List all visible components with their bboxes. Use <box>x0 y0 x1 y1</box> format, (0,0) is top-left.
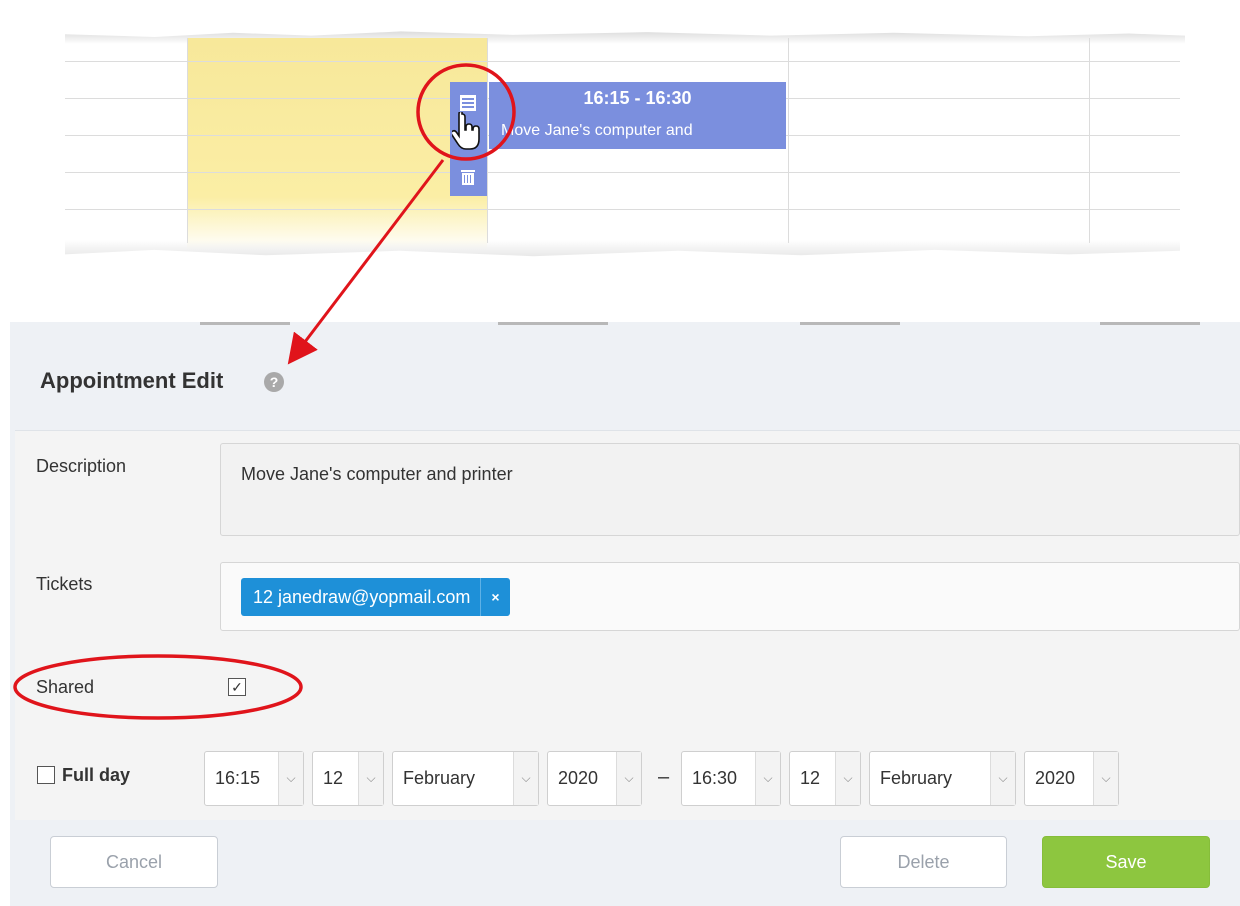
end-year-select[interactable]: 2020 ⌵ <box>1024 751 1119 806</box>
save-button[interactable]: Save <box>1042 836 1210 888</box>
delete-button[interactable]: Delete <box>840 836 1007 888</box>
end-time-select[interactable]: 16:30 ⌵ <box>681 751 781 806</box>
chevron-down-icon: ⌵ <box>358 752 383 805</box>
start-month-select[interactable]: February ⌵ <box>392 751 539 806</box>
start-year-value: 2020 <box>558 768 599 788</box>
description-field[interactable]: Move Jane's computer and printer <box>220 443 1240 536</box>
calendar-column-divider <box>487 38 488 243</box>
appointment-description: Move Jane's computer and <box>501 122 693 139</box>
chevron-down-icon: ⌵ <box>835 752 860 805</box>
tickets-label: Tickets <box>36 574 93 594</box>
dialog-title: Appointment Edit <box>40 368 224 393</box>
calendar-slot-line <box>65 209 1180 210</box>
chevron-down-icon: ⌵ <box>616 752 641 805</box>
divider <box>1100 322 1200 325</box>
end-day-select[interactable]: 12 ⌵ <box>789 751 861 806</box>
end-year-value: 2020 <box>1035 768 1076 788</box>
hand-pointer-icon <box>450 110 482 157</box>
end-time-value: 16:30 <box>692 768 738 788</box>
calendar-column-divider <box>1089 38 1090 243</box>
full-day-label: Full day <box>62 765 131 785</box>
shared-label: Shared <box>36 677 95 697</box>
chevron-down-icon: ⌵ <box>1093 752 1118 805</box>
chevron-down-icon: ⌵ <box>513 752 538 805</box>
divider <box>800 322 900 325</box>
end-month-select[interactable]: February ⌵ <box>869 751 1016 806</box>
full-day-checkbox[interactable] <box>37 766 55 784</box>
calendar-view: 16:15 - 16:30 Move Jane's computer and <box>0 0 1240 300</box>
ticket-tag: 12 janedraw@yopmail.com × <box>241 578 510 616</box>
end-month-value: February <box>880 768 953 788</box>
start-time-select[interactable]: 16:15 ⌵ <box>204 751 304 806</box>
chevron-down-icon: ⌵ <box>990 752 1015 805</box>
ticket-tag-label: 12 janedraw@yopmail.com <box>253 586 471 607</box>
start-day-select[interactable]: 12 ⌵ <box>312 751 384 806</box>
date-range-separator: – <box>658 766 670 788</box>
trash-icon[interactable] <box>459 168 477 189</box>
description-label: Description <box>36 456 127 476</box>
calendar-slot-line <box>65 172 1180 173</box>
divider <box>200 322 290 325</box>
appointment-block[interactable]: 16:15 - 16:30 Move Jane's computer and <box>489 82 786 149</box>
appointment-time: 16:15 - 16:30 <box>583 88 692 108</box>
start-day-value: 12 <box>323 768 344 788</box>
ticket-tag-remove-button[interactable]: × <box>480 578 509 616</box>
chevron-down-icon: ⌵ <box>278 752 303 805</box>
calendar-slot-line <box>65 61 1180 62</box>
dialog-top-edge <box>0 322 1240 328</box>
shared-checkbox[interactable]: ✓ <box>228 678 246 696</box>
chevron-down-icon: ⌵ <box>755 752 780 805</box>
calendar-column-divider <box>788 38 789 243</box>
divider <box>498 322 608 325</box>
end-day-value: 12 <box>800 768 821 788</box>
start-month-value: February <box>403 768 476 788</box>
tickets-field[interactable]: 12 janedraw@yopmail.com × <box>220 562 1240 631</box>
cancel-button[interactable]: Cancel <box>50 836 218 888</box>
calendar-column-divider <box>187 38 188 243</box>
start-time-value: 16:15 <box>215 768 261 788</box>
help-icon[interactable]: ? <box>264 372 284 392</box>
start-year-select[interactable]: 2020 ⌵ <box>547 751 642 806</box>
calendar-today-column <box>187 38 487 250</box>
calendar-torn-edge <box>65 240 1180 257</box>
